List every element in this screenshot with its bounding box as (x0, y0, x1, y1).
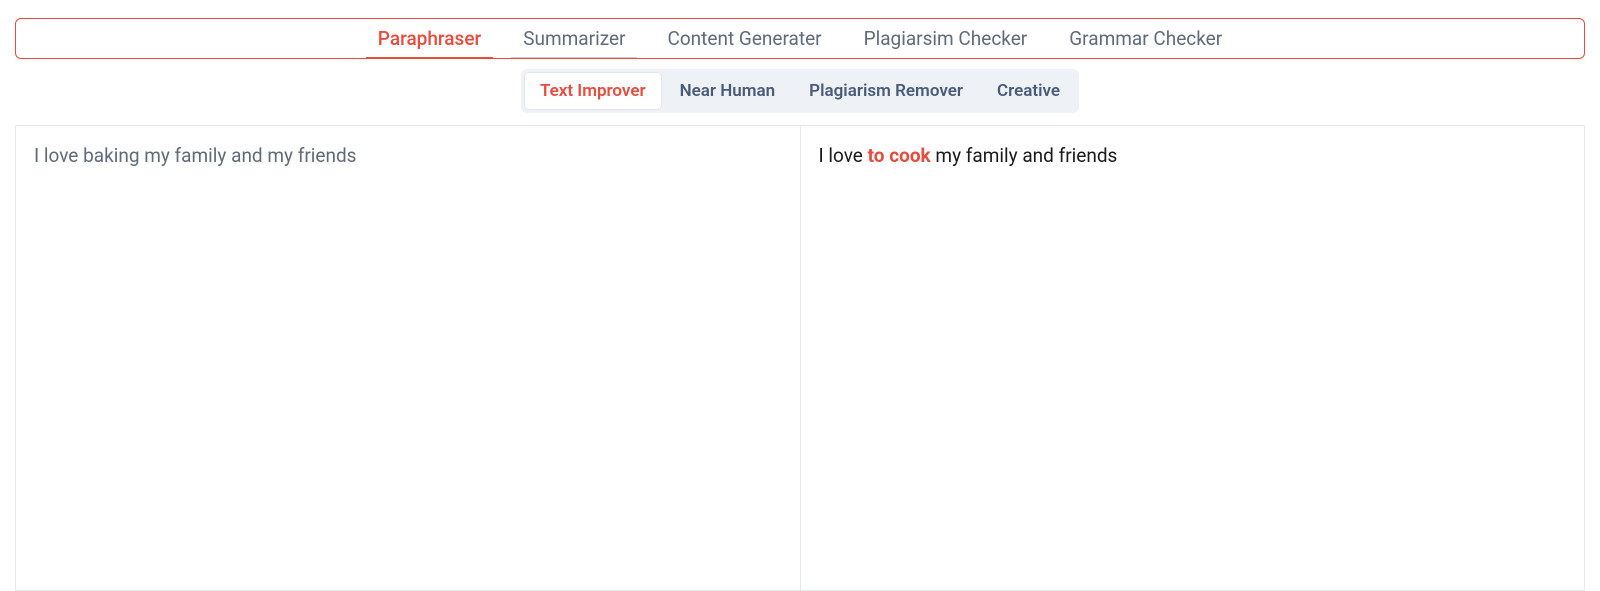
output-suffix: my family and friends (931, 144, 1118, 167)
tab-grammar-checker[interactable]: Grammar Checker (1065, 19, 1226, 58)
sub-tab-creative[interactable]: Creative (981, 72, 1076, 110)
output-highlight[interactable]: to cook (868, 144, 931, 167)
input-textarea[interactable] (34, 142, 782, 574)
output-panel: I love to cook my family and friends (801, 126, 1585, 590)
tab-content-generator[interactable]: Content Generater (663, 19, 825, 58)
main-tabs: Paraphraser Summarizer Content Generater… (15, 18, 1585, 59)
output-text: I love to cook my family and friends (819, 142, 1567, 171)
sub-tab-plagiarism-remover[interactable]: Plagiarism Remover (793, 72, 979, 110)
tab-summarizer[interactable]: Summarizer (519, 19, 629, 58)
sub-tab-near-human[interactable]: Near Human (664, 72, 792, 110)
tab-plagiarism-checker[interactable]: Plagiarsim Checker (860, 19, 1032, 58)
output-prefix: I love (819, 144, 868, 167)
tab-paraphraser[interactable]: Paraphraser (374, 19, 485, 58)
input-panel (16, 126, 801, 590)
sub-tabs: Text Improver Near Human Plagiarism Remo… (521, 69, 1079, 113)
sub-tabs-container: Text Improver Near Human Plagiarism Remo… (15, 69, 1585, 113)
sub-tab-text-improver[interactable]: Text Improver (524, 72, 662, 110)
workspace: I love to cook my family and friends (15, 125, 1585, 591)
